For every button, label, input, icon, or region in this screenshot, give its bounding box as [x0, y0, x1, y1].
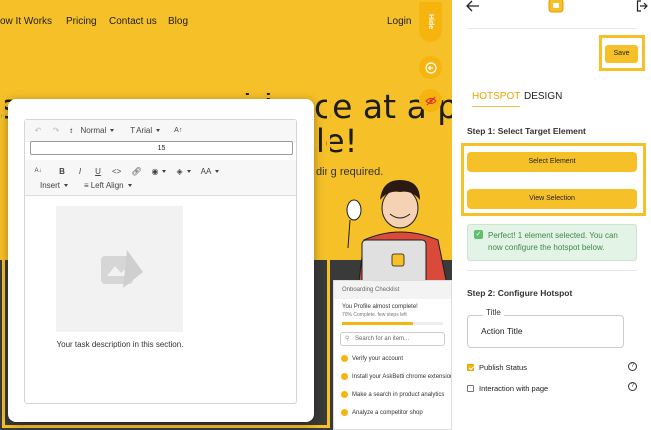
publish-status-checkbox[interactable]: [467, 364, 474, 371]
checklist-search-placeholder: Search for an item...: [355, 336, 410, 342]
search-icon: ⚲: [345, 336, 350, 342]
site-nav: ow It Works Pricing Contact us Blog Logi…: [0, 16, 452, 30]
nav-blog[interactable]: Blog: [168, 16, 188, 27]
save-button[interactable]: Save: [605, 45, 638, 63]
case-label: AA: [200, 166, 212, 176]
back-side-button[interactable]: [419, 56, 442, 79]
tab-design[interactable]: DESIGN: [524, 91, 562, 102]
back-arrow-icon: [424, 61, 437, 74]
hide-label: Hide: [427, 14, 434, 30]
publish-status-row[interactable]: Publish Status: [467, 363, 527, 372]
rich-text-editor[interactable]: ↶ ↷ 𝔱 Normal T Arial A↑ A↓ B I U <> 🔗︎ ◉…: [24, 119, 297, 404]
font-family-value: Arial: [136, 126, 153, 135]
nav-pricing[interactable]: Pricing: [66, 16, 97, 27]
view-selection-button[interactable]: View Selection: [467, 189, 637, 209]
help-icon[interactable]: ?: [628, 382, 637, 391]
eye-off-icon: [424, 96, 437, 105]
nav-login[interactable]: Login: [387, 16, 411, 27]
fill-icon: ◈: [176, 166, 183, 176]
checklist-item[interactable]: Verify your account: [334, 350, 451, 368]
checklist-search[interactable]: ⚲ Search for an item...: [340, 332, 445, 346]
checklist-item[interactable]: Analyze a competitor shop: [334, 404, 451, 422]
divider: [467, 28, 637, 29]
person-illustration: [346, 180, 449, 290]
checklist-item[interactable]: Make a search in product analytics: [334, 386, 451, 404]
interaction-label: Interaction with page: [479, 384, 549, 393]
paragraph-style-select[interactable]: 𝔱 Normal: [67, 124, 117, 138]
step-2-heading: Step 2: Configure Hotspot: [467, 288, 573, 298]
interaction-checkbox[interactable]: [467, 385, 474, 392]
redo-icon[interactable]: ↷: [49, 124, 63, 138]
select-element-button[interactable]: Select Element: [467, 152, 637, 172]
insert-menu[interactable]: Insert: [37, 179, 71, 193]
image-placeholder[interactable]: [56, 206, 183, 332]
font-icon: T: [130, 126, 136, 135]
hide-preview-button[interactable]: [419, 89, 442, 112]
palette-icon: ◉: [151, 166, 159, 176]
title-label: Title: [483, 308, 504, 317]
logout-icon[interactable]: [636, 0, 648, 12]
interaction-row[interactable]: Interaction with page: [467, 384, 548, 393]
step-1-heading: Step 1: Select Target Element: [467, 126, 586, 136]
align-select[interactable]: ≡ Left Align: [81, 179, 135, 193]
font-size-increase-icon[interactable]: A↑: [171, 124, 185, 138]
checklist-item[interactable]: Install your AskBetti chrome extension: [334, 368, 451, 386]
nav-contact[interactable]: Contact us: [109, 16, 157, 27]
paragraph-style-value: Normal: [80, 126, 107, 135]
tab-hotspot[interactable]: HOTSPOT: [472, 91, 521, 107]
checklist-progress-bar: [342, 322, 443, 325]
align-icon: ≡: [84, 181, 89, 190]
title-value: Action Title: [481, 326, 523, 336]
onboarding-checklist: Onboarding Checklist You Profile almost …: [333, 280, 452, 430]
nav-how-it-works[interactable]: ow It Works: [0, 16, 52, 27]
checklist-header: Onboarding Checklist: [334, 281, 451, 299]
back-arrow-icon[interactable]: [466, 0, 480, 12]
check-icon: ✓: [474, 230, 483, 239]
publish-status-label: Publish Status: [479, 363, 527, 372]
paragraph-mark-icon: 𝔱: [70, 125, 73, 135]
checklist-progress-text: You Profile almost complete!: [342, 304, 418, 310]
checklist-progress-sub: 70% Complete. few steps left: [342, 312, 407, 318]
panel-topbar: [452, 0, 651, 28]
toolbar-row-3: Insert ≡ Left Align: [25, 176, 296, 196]
success-message: ✓ Perfect! 1 element selected. You can n…: [467, 224, 637, 261]
toolbar-row-1: ↶ ↷ 𝔱 Normal T Arial A↑: [25, 120, 296, 142]
hide-tab[interactable]: Hide: [419, 2, 442, 42]
help-icon[interactable]: ?: [628, 362, 637, 371]
font-family-select[interactable]: T Arial: [127, 124, 163, 138]
divider: [467, 270, 637, 271]
image-placeholder-icon: [100, 250, 143, 288]
insert-label: Insert: [40, 181, 61, 190]
success-text: Perfect! 1 element selected. You can now…: [488, 231, 618, 252]
font-size-input[interactable]: [30, 141, 293, 155]
logo-icon: [548, 0, 564, 13]
undo-icon[interactable]: ↶: [31, 124, 45, 138]
align-value: Left Align: [90, 181, 124, 190]
task-description: Your task description in this section.: [56, 340, 184, 349]
